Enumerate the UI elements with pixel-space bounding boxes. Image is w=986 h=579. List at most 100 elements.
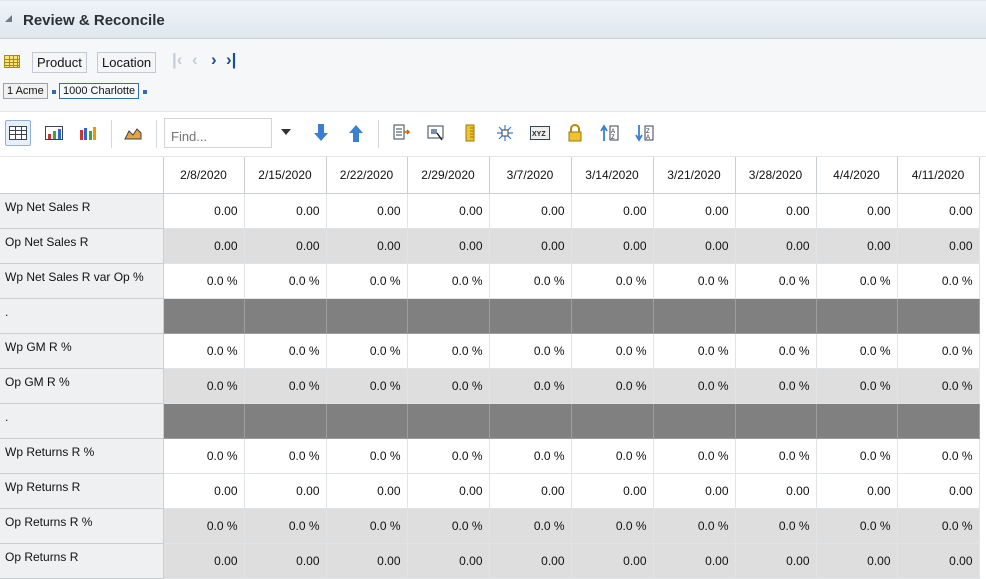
row-header[interactable]: . bbox=[0, 298, 164, 334]
grid-cell[interactable]: 0.00 bbox=[163, 228, 245, 264]
select-view-icon[interactable] bbox=[423, 120, 449, 146]
grid-cell[interactable] bbox=[326, 298, 408, 334]
row-header[interactable]: Op GM R % bbox=[0, 368, 164, 404]
grid-cell[interactable] bbox=[489, 403, 572, 439]
table-chart-view-icon[interactable] bbox=[41, 120, 67, 146]
grid-cell[interactable]: 0.00 bbox=[571, 193, 654, 229]
column-header[interactable]: 3/28/2020 bbox=[735, 157, 817, 194]
grid-cell[interactable]: 0.0 % bbox=[735, 333, 817, 369]
grid-cell[interactable]: 0.0 % bbox=[244, 438, 327, 474]
grid-cell[interactable]: 0.00 bbox=[571, 228, 654, 264]
grid-cell[interactable]: 0.0 % bbox=[326, 368, 408, 404]
grid-cell[interactable]: 0.00 bbox=[407, 543, 490, 579]
find-input[interactable] bbox=[164, 118, 272, 148]
grid-cell[interactable]: 0.0 % bbox=[571, 333, 654, 369]
grid-cell[interactable]: 0.00 bbox=[326, 228, 408, 264]
grid-cell[interactable]: 0.00 bbox=[244, 473, 327, 509]
export-icon[interactable] bbox=[388, 120, 414, 146]
grid-cell[interactable]: 0.0 % bbox=[407, 508, 490, 544]
ruler-icon[interactable] bbox=[457, 120, 483, 146]
grid-cell[interactable]: 0.0 % bbox=[163, 508, 245, 544]
column-header[interactable]: 4/11/2020 bbox=[897, 157, 980, 194]
row-header[interactable]: Op Net Sales R bbox=[0, 228, 164, 264]
grid-cell[interactable]: 0.00 bbox=[816, 543, 898, 579]
grid-cell[interactable]: 0.00 bbox=[407, 473, 490, 509]
breadcrumb-product[interactable]: 1 Acme bbox=[3, 83, 48, 99]
grid-cell[interactable] bbox=[816, 403, 898, 439]
grid-cell[interactable]: 0.00 bbox=[326, 543, 408, 579]
grid-cell[interactable]: 0.0 % bbox=[163, 368, 245, 404]
row-header[interactable]: Wp Net Sales R bbox=[0, 193, 164, 229]
grid-cell[interactable]: 0.0 % bbox=[735, 368, 817, 404]
grid-cell[interactable]: 0.0 % bbox=[653, 438, 736, 474]
grid-cell[interactable]: 0.0 % bbox=[816, 263, 898, 299]
grid-cell[interactable]: 0.0 % bbox=[653, 508, 736, 544]
grid-cell[interactable]: 0.00 bbox=[653, 193, 736, 229]
grid-cell[interactable]: 0.0 % bbox=[816, 368, 898, 404]
grid-cell[interactable]: 0.0 % bbox=[163, 438, 245, 474]
grid-cell[interactable]: 0.00 bbox=[653, 228, 736, 264]
find-next-down-arrow-icon[interactable] bbox=[308, 120, 334, 146]
row-header[interactable]: Wp Returns R % bbox=[0, 438, 164, 474]
grid-cell[interactable]: 0.00 bbox=[489, 193, 572, 229]
grid-cell[interactable]: 0.0 % bbox=[816, 438, 898, 474]
grid-cell[interactable]: 0.0 % bbox=[407, 263, 490, 299]
grid-cell[interactable] bbox=[897, 298, 980, 334]
grid-cell[interactable]: 0.0 % bbox=[571, 368, 654, 404]
grid-cell[interactable]: 0.0 % bbox=[244, 368, 327, 404]
grid-cell[interactable]: 0.0 % bbox=[244, 508, 327, 544]
column-header[interactable]: 3/21/2020 bbox=[653, 157, 736, 194]
grid-cell[interactable]: 0.00 bbox=[735, 193, 817, 229]
grid-cell[interactable] bbox=[653, 298, 736, 334]
lock-icon[interactable] bbox=[562, 120, 588, 146]
grid-cell[interactable]: 0.00 bbox=[326, 193, 408, 229]
sort-descending-icon[interactable]: ZA bbox=[632, 120, 658, 146]
grid-cell[interactable]: 0.0 % bbox=[735, 263, 817, 299]
next-page-icon[interactable]: › bbox=[211, 50, 217, 70]
grid-cell[interactable]: 0.00 bbox=[571, 473, 654, 509]
find-options-dropdown-icon[interactable] bbox=[281, 129, 291, 135]
grid-cell[interactable] bbox=[244, 403, 327, 439]
grid-cell[interactable] bbox=[244, 298, 327, 334]
collapse-triangle-icon[interactable] bbox=[5, 15, 12, 22]
grid-cell[interactable]: 0.0 % bbox=[489, 368, 572, 404]
grid-cell[interactable]: 0.00 bbox=[897, 193, 980, 229]
grid-cell[interactable] bbox=[897, 403, 980, 439]
grid-cell[interactable]: 0.00 bbox=[244, 228, 327, 264]
grid-cell[interactable]: 0.00 bbox=[489, 228, 572, 264]
table-view-icon[interactable] bbox=[5, 120, 31, 146]
grid-cell[interactable]: 0.00 bbox=[897, 473, 980, 509]
grid-cell[interactable]: 0.00 bbox=[489, 473, 572, 509]
grid-cell[interactable] bbox=[571, 403, 654, 439]
grid-cell[interactable]: 0.00 bbox=[735, 228, 817, 264]
grid-cell[interactable]: 0.00 bbox=[735, 473, 817, 509]
row-header[interactable]: Op Returns R % bbox=[0, 508, 164, 544]
column-header[interactable]: 3/14/2020 bbox=[571, 157, 654, 194]
grid-cell[interactable]: 0.0 % bbox=[897, 438, 980, 474]
grid-cell[interactable]: 0.00 bbox=[897, 228, 980, 264]
grid-cell[interactable]: 0.00 bbox=[571, 543, 654, 579]
grid-cell[interactable]: 0.0 % bbox=[489, 333, 572, 369]
grid-cell[interactable]: 0.00 bbox=[163, 543, 245, 579]
grid-cell[interactable]: 0.0 % bbox=[653, 333, 736, 369]
grid-cell[interactable]: 0.0 % bbox=[244, 263, 327, 299]
grid-cell[interactable]: 0.00 bbox=[244, 543, 327, 579]
grid-cell[interactable]: 0.00 bbox=[163, 193, 245, 229]
grid-cell[interactable] bbox=[163, 403, 245, 439]
last-page-icon[interactable]: ›| bbox=[226, 50, 236, 70]
grid-cell[interactable]: 0.0 % bbox=[326, 508, 408, 544]
column-header[interactable]: 4/4/2020 bbox=[816, 157, 898, 194]
row-header[interactable]: Wp Returns R bbox=[0, 473, 164, 509]
grid-cell[interactable] bbox=[326, 403, 408, 439]
grid-cell[interactable]: 0.00 bbox=[653, 473, 736, 509]
grid-cell[interactable]: 0.0 % bbox=[407, 438, 490, 474]
grid-cell[interactable]: 0.0 % bbox=[163, 333, 245, 369]
grid-cell[interactable] bbox=[735, 403, 817, 439]
grid-cell[interactable]: 0.0 % bbox=[897, 333, 980, 369]
grid-cell[interactable]: 0.0 % bbox=[326, 333, 408, 369]
grid-cell[interactable] bbox=[571, 298, 654, 334]
grid-cell[interactable] bbox=[735, 298, 817, 334]
grid-cell[interactable] bbox=[816, 298, 898, 334]
grid-cell[interactable]: 0.0 % bbox=[571, 263, 654, 299]
grid-cell[interactable] bbox=[489, 298, 572, 334]
